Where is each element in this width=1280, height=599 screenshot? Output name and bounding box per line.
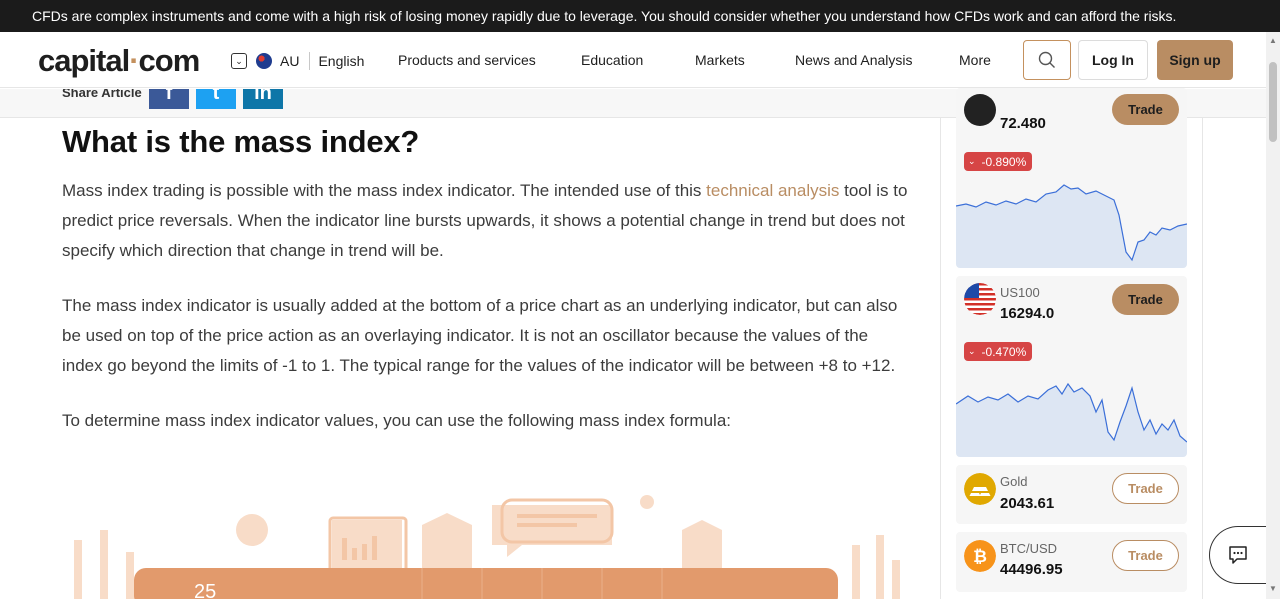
signup-button[interactable]: Sign up — [1157, 40, 1233, 80]
chat-icon — [1229, 546, 1247, 564]
login-button[interactable]: Log In — [1078, 40, 1148, 80]
sidebar-divider — [1202, 118, 1203, 599]
change-badge: ⌄ -0.890% — [964, 152, 1033, 171]
logo-suffix: com — [138, 43, 201, 78]
facebook-share-icon[interactable]: f — [149, 89, 189, 109]
top-navbar: capital·com ⌄ AU English Products and se… — [0, 32, 1266, 88]
logo[interactable]: capital·com — [38, 43, 201, 79]
svg-text:₿: ₿ — [973, 547, 987, 567]
facebook-glyph: f — [165, 89, 173, 104]
nav-more[interactable]: More — [959, 52, 991, 68]
market-price: 44496.95 — [1000, 561, 1063, 578]
risk-warning-bar: CFDs are complex instruments and come wi… — [0, 0, 1280, 32]
market-card[interactable]: 72.480 Trade ⌄ -0.890% — [956, 88, 1187, 268]
region-code: AU — [280, 53, 300, 69]
article-body: What is the mass index? Mass index tradi… — [62, 118, 912, 436]
paragraph-text: Mass index trading is possible with the … — [62, 181, 707, 200]
divider — [309, 52, 311, 70]
search-button[interactable] — [1023, 40, 1071, 80]
region-language-selector[interactable]: ⌄ AU English — [231, 52, 364, 70]
chevron-down-icon: ⌄ — [968, 156, 976, 166]
market-card[interactable]: Gold 2043.61 Trade — [956, 465, 1187, 524]
twitter-glyph: t — [212, 89, 220, 104]
chevron-down-icon: ⌄ — [968, 346, 976, 356]
market-price: 72.480 — [1000, 115, 1046, 132]
nav-news-and-analysis[interactable]: News and Analysis — [795, 52, 913, 68]
article-heading: What is the mass index? — [62, 124, 420, 159]
illustration-graphic: 25 — [74, 495, 900, 599]
scrollbar-thumb[interactable] — [1269, 62, 1277, 142]
market-card[interactable]: US100 16294.0 Trade ⌄ -0.470% — [956, 276, 1187, 457]
nav-products-and-services[interactable]: Products and services — [398, 52, 536, 68]
market-price: 16294.0 — [1000, 305, 1055, 322]
sparkline-chart — [956, 382, 1187, 457]
gold-bars-icon — [964, 473, 996, 505]
nav-education[interactable]: Education — [581, 52, 643, 68]
article-paragraph: To determine mass index indicator values… — [62, 411, 732, 430]
trade-button[interactable]: Trade — [1112, 94, 1179, 125]
chat-button[interactable] — [1209, 526, 1266, 584]
trade-button[interactable]: Trade — [1112, 540, 1179, 571]
change-value: -0.890% — [981, 154, 1027, 169]
logo-text: capital — [38, 43, 130, 78]
sidebar-divider — [940, 118, 941, 599]
market-card[interactable]: ₿ BTC/USD 44496.95 Trade — [956, 532, 1187, 592]
mass-index-illustration: 25 — [62, 490, 912, 599]
scroll-down-arrow-icon[interactable]: ▼ — [1269, 584, 1277, 593]
bitcoin-icon: ₿ — [964, 540, 996, 572]
share-article-label: Share Article — [62, 89, 142, 100]
language-label: English — [318, 53, 365, 69]
illustration-axis-number: 25 — [194, 581, 216, 599]
article-paragraph: The mass index indicator is usually adde… — [62, 296, 898, 375]
change-value: -0.470% — [981, 344, 1027, 359]
market-icon — [964, 94, 996, 126]
us-flag-icon — [964, 283, 996, 315]
search-icon — [1038, 51, 1055, 68]
trade-button[interactable]: Trade — [1112, 473, 1179, 504]
article-paragraph: Mass index trading is possible with the … — [62, 176, 912, 266]
change-badge: ⌄ -0.470% — [964, 342, 1033, 361]
nav-markets[interactable]: Markets — [695, 52, 745, 68]
twitter-share-icon[interactable]: t — [196, 89, 236, 109]
logo-dot: · — [129, 43, 139, 78]
market-symbol: US100 — [1000, 285, 1040, 300]
technical-analysis-link[interactable]: technical analysis — [706, 181, 839, 200]
sparkline-chart — [956, 184, 1187, 268]
linkedin-glyph: in — [254, 89, 272, 104]
market-price: 2043.61 — [1000, 495, 1055, 512]
scroll-up-arrow-icon[interactable]: ▲ — [1269, 36, 1277, 45]
page-scrollbar[interactable]: ▲ ▼ — [1266, 32, 1280, 599]
market-symbol: Gold — [1000, 474, 1028, 489]
chevron-down-icon[interactable]: ⌄ — [231, 53, 247, 69]
australia-flag-icon — [256, 53, 272, 69]
market-symbol: BTC/USD — [1000, 541, 1058, 556]
linkedin-share-icon[interactable]: in — [243, 89, 283, 109]
trade-button[interactable]: Trade — [1112, 284, 1179, 315]
